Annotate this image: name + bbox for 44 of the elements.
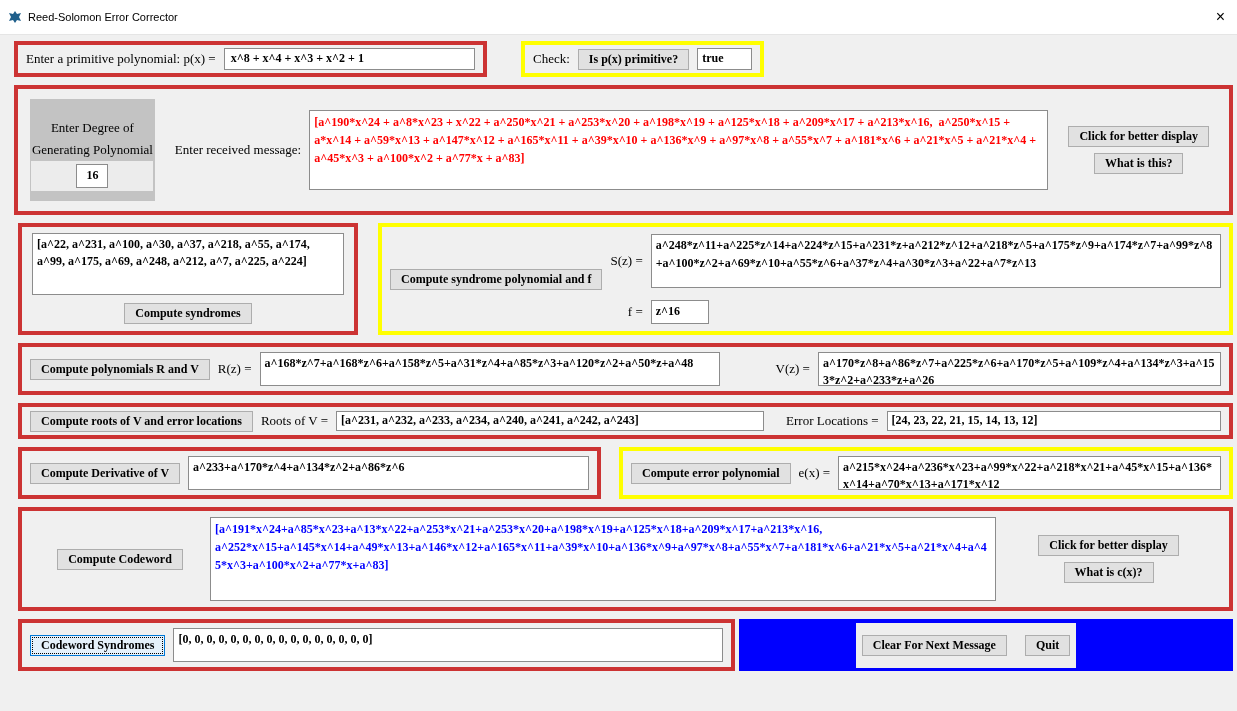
- window-title: Reed-Solomon Error Corrector: [28, 11, 179, 23]
- field-label: Error Locations =: [786, 413, 879, 429]
- text-field[interactable]: [a^190*x^24 + a^8*x^23 + x^22 + a^250*x^21 + a^253*x^20 + a^198*x^19 + a^125*x^18 + a^209*x^17 + a^213*x^16, a^250*x^15 + a*x^14 + a^59*x^13 + a^147*x^12 + a^165*x^11 + a^39*x^10 + a^136*x^9 + a^97*x^8 + a^55*x^7 + a^181*x^6 + a^21*x^5 + a^21*x^4 + a^45*x^3 + a^100*x^2 + a^77*x + a^83]: [309, 110, 1049, 190]
- action-button[interactable]: Compute roots of V and error locations: [30, 410, 253, 432]
- action-button[interactable]: What is c(x)?: [1063, 562, 1154, 583]
- action-button[interactable]: Is p(x) primitive?: [577, 48, 690, 70]
- field-label: f =: [627, 304, 643, 319]
- field-label: Roots of V =: [260, 413, 329, 429]
- text-field[interactable]: true: [697, 48, 753, 70]
- action-button[interactable]: Click for better display: [1038, 535, 1179, 556]
- field-label: R(z) =: [217, 361, 252, 377]
- text-field[interactable]: x^8 + x^4 + x^3 + x^2 + 1: [223, 48, 475, 70]
- text-field[interactable]: a^233+a^170*z^4+a^134*z^2+a^86*z^6: [188, 456, 589, 490]
- field-label: Check:: [533, 51, 570, 67]
- field-label: S(z) =: [610, 253, 643, 270]
- field-label: e(x) =: [798, 465, 831, 481]
- action-button[interactable]: Codeword Syndromes: [30, 634, 166, 656]
- text-field[interactable]: a^168*z^7+a^168*z^6+a^158*z^5+a^31*z^4+a^85*z^3+a^120*z^2+a^50*z+a^48: [259, 352, 720, 386]
- action-button[interactable]: Compute Codeword: [57, 548, 183, 570]
- text-field[interactable]: 16: [76, 164, 109, 188]
- action-button[interactable]: What is this?: [1094, 153, 1184, 174]
- action-button[interactable]: Compute polynomials R and V: [30, 358, 210, 380]
- text-field[interactable]: [a^231, a^232, a^233, a^234, a^240, a^241, a^242, a^243]: [336, 411, 765, 431]
- field-label: Enter Degree of Generating Polynomial: [30, 119, 154, 160]
- field-label: Enter a primitive polynomial: p(x) =: [26, 51, 216, 67]
- field-label: V(z) =: [775, 361, 810, 377]
- action-button[interactable]: Clear For Next Message: [861, 634, 1007, 656]
- action-button[interactable]: Compute syndromes: [124, 303, 252, 324]
- text-field[interactable]: [a^22, a^231, a^100, a^30, a^37, a^218, a^55, a^174, a^99, a^175, a^69, a^248, a^212, a^7, a^225, a^224]: [32, 233, 344, 295]
- text-field[interactable]: a^170*z^8+a^86*z^7+a^225*z^6+a^170*z^5+a^109*z^4+a^134*z^3+a^153*z^2+a^233*z+a^26: [817, 352, 1221, 386]
- app-icon: [8, 10, 22, 24]
- text-field[interactable]: z^16: [650, 300, 709, 324]
- action-button[interactable]: Compute error polynomial: [631, 462, 791, 484]
- action-button[interactable]: Compute syndrome polynomial and f: [390, 268, 603, 290]
- text-field[interactable]: a^248*z^11+a^225*z^14+a^224*z^15+a^231*z+a^212*z^12+a^218*z^5+a^175*z^9+a^174*z^7+a^99*z^8+a^100*z^2+a^69*z^10+a^55*z^6+a^37*z^4+a^30*z^3+a^22+a^7*z^13: [650, 234, 1221, 289]
- action-button[interactable]: Quit: [1024, 634, 1071, 656]
- text-field[interactable]: [0, 0, 0, 0, 0, 0, 0, 0, 0, 0, 0, 0, 0, 0, 0, 0]: [173, 628, 723, 662]
- field-label: Enter received message:: [174, 142, 302, 157]
- close-button[interactable]: ×: [1211, 8, 1229, 26]
- text-field[interactable]: a^215*x^24+a^236*x^23+a^99*x^22+a^218*x^21+a^45*x^15+a^136*x^14+a^70*x^13+a^171*x^12: [838, 456, 1221, 490]
- text-field[interactable]: [a^191*x^24+a^85*x^23+a^13*x^22+a^253*x^21+a^253*x^20+a^198*x^19+a^125*x^18+a^209*x^17+a^213*x^16, a^252*x^15+a^145*x^14+a^49*x^13+a^146*x^12+a^165*x^11+a^39*x^10+a^136*x^9+a^97*x^8+a^55*x^7+a^181*x^6+a^21*x^5+a^21*x^4+a^45*x^3+a^100*x^2+a^77*x+a^83]: [210, 517, 996, 601]
- text-field[interactable]: [24, 23, 22, 21, 15, 14, 13, 12]: [886, 411, 1221, 431]
- action-button[interactable]: Click for better display: [1068, 126, 1209, 147]
- action-button[interactable]: Compute Derivative of V: [30, 462, 181, 484]
